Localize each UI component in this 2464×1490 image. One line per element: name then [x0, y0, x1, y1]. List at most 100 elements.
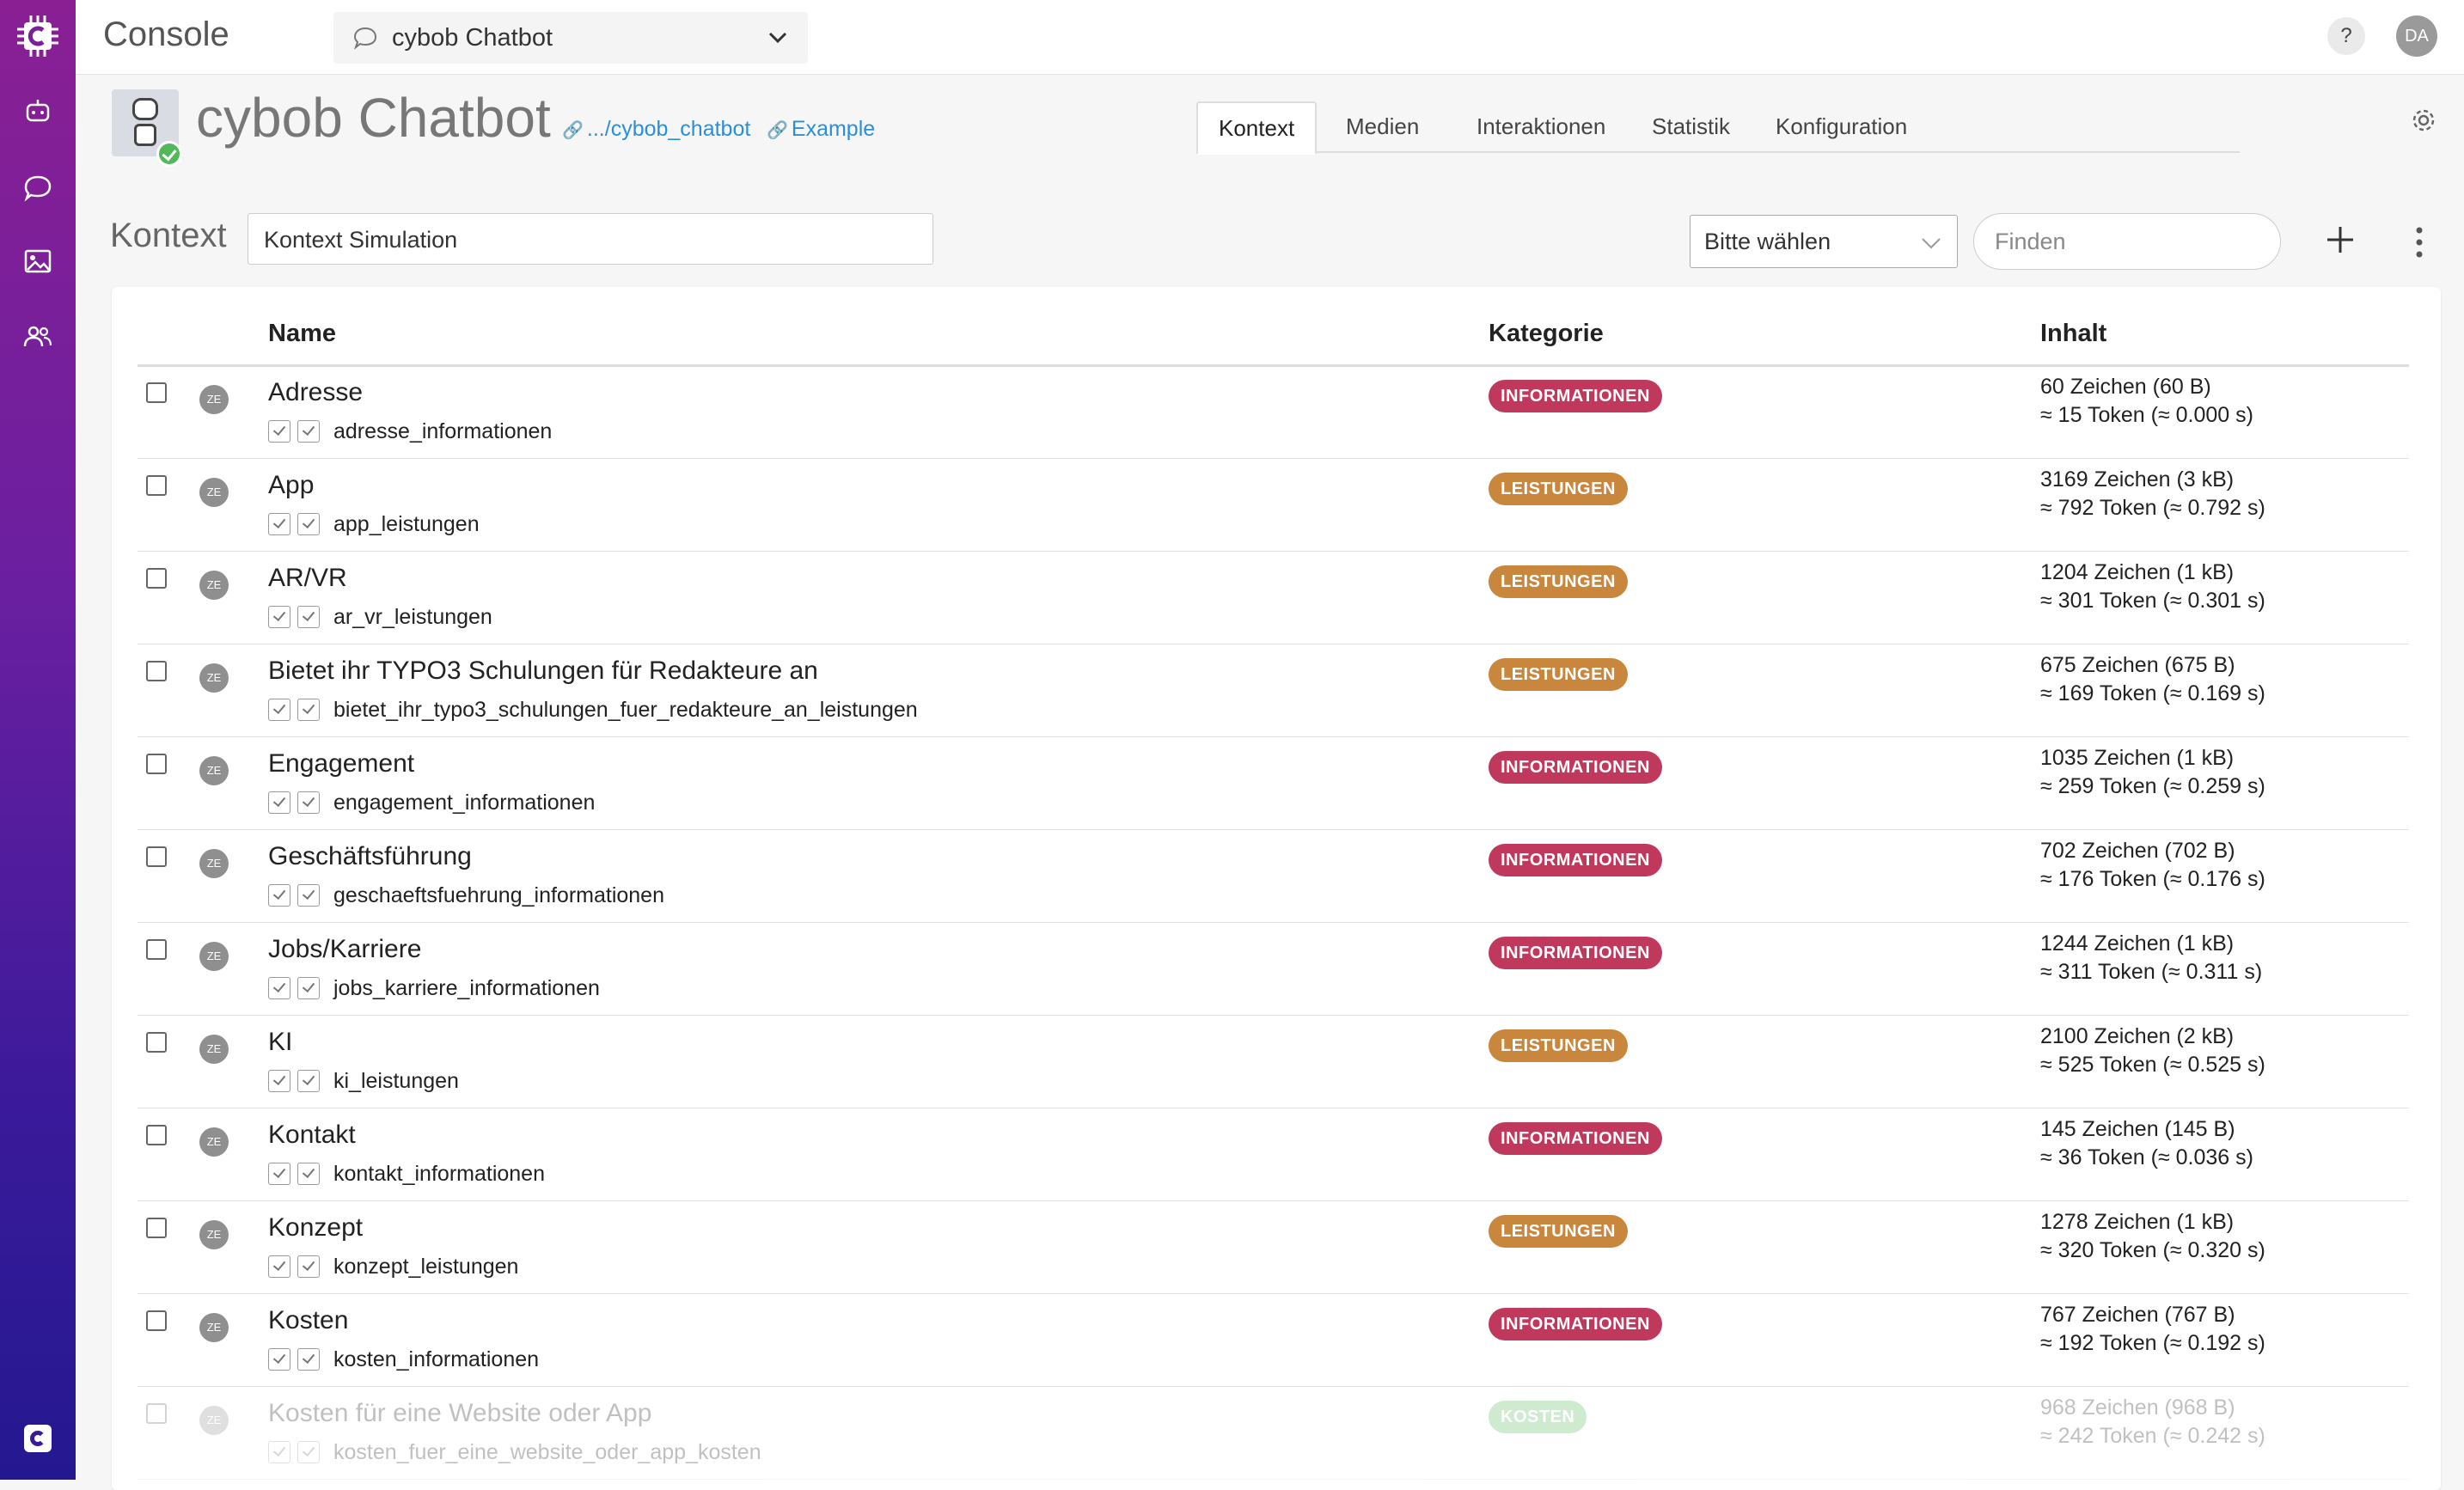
- row-name[interactable]: KI: [268, 1028, 292, 1057]
- row-key: ar_vr_leistungen: [333, 605, 492, 629]
- row-option-checkbox[interactable]: [297, 977, 320, 999]
- row-option-checkbox[interactable]: [297, 1070, 320, 1092]
- row-option-checkbox[interactable]: [297, 1348, 320, 1371]
- add-button[interactable]: [2326, 225, 2355, 254]
- tab-kontext[interactable]: Kontext: [1196, 101, 1318, 155]
- row-option-checkbox[interactable]: [268, 606, 290, 628]
- row-name[interactable]: Bietet ihr TYPO3 Schulungen für Redakteu…: [268, 656, 818, 686]
- row-option-checkbox[interactable]: [268, 1441, 290, 1463]
- row-option-checkbox[interactable]: [297, 791, 320, 814]
- gear-icon[interactable]: [2410, 107, 2437, 134]
- tab-bar: Kontext Medien Interaktionen Statistik K…: [1196, 101, 2240, 155]
- bot-path-link[interactable]: 🔗 .../cybob_chatbot: [562, 117, 750, 142]
- row-option-checkbox[interactable]: [297, 1255, 320, 1278]
- row-option-checkbox[interactable]: [268, 977, 290, 999]
- table-row[interactable]: ZE Jobs/Karriere jobs_karriere_information…: [138, 923, 2409, 1016]
- row-select-checkbox[interactable]: [146, 939, 167, 960]
- row-option-checkbox[interactable]: [268, 1163, 290, 1185]
- row-option-checkbox[interactable]: [268, 513, 290, 535]
- image-icon[interactable]: [21, 244, 55, 278]
- row-option-checkbox[interactable]: [297, 513, 320, 535]
- example-link[interactable]: 🔗 Example: [767, 117, 875, 142]
- tab-interaktionen[interactable]: Interaktionen: [1456, 101, 1626, 151]
- column-header-inhalt[interactable]: Inhalt: [2040, 320, 2106, 348]
- table-row[interactable]: ZE Bietet ihr TYPO3 Schulungen für Redakt…: [138, 644, 2409, 737]
- row-name[interactable]: Jobs/Karriere: [268, 935, 421, 964]
- user-avatar[interactable]: DA: [2396, 15, 2437, 57]
- row-tokens: ≈ 242 Token (≈ 0.242 s): [2040, 1424, 2265, 1448]
- topbar: Console cybob Chatbot ? DA: [76, 0, 2464, 75]
- row-tokens: ≈ 36 Token (≈ 0.036 s): [2040, 1145, 2253, 1169]
- row-select-checkbox[interactable]: [146, 1218, 167, 1238]
- category-badge: INFORMATIONEN: [1489, 844, 1662, 876]
- row-select-checkbox[interactable]: [146, 568, 167, 589]
- row-name[interactable]: Kosten für eine Website oder App: [268, 1399, 651, 1428]
- table-row[interactable]: ZE App app_leistungen LEISTUNGEN 3169 Zeiche…: [138, 459, 2409, 552]
- row-option-checkbox[interactable]: [297, 884, 320, 907]
- row-option-checkbox[interactable]: [297, 1163, 320, 1185]
- row-name[interactable]: AR/VR: [268, 564, 347, 593]
- row-select-checkbox[interactable]: [146, 1403, 167, 1424]
- row-chars: 968 Zeichen (968 B): [2040, 1395, 2235, 1420]
- row-option-checkbox[interactable]: [268, 884, 290, 907]
- app-title: Console: [103, 15, 229, 53]
- tab-konfiguration[interactable]: Konfiguration: [1755, 101, 1928, 151]
- logo-icon[interactable]: [15, 14, 60, 58]
- category-select[interactable]: Bitte wählen: [1690, 215, 1958, 268]
- users-icon[interactable]: [21, 320, 55, 354]
- column-header-kategorie[interactable]: Kategorie: [1489, 320, 1604, 348]
- column-header-name[interactable]: Name: [268, 320, 336, 348]
- row-key: kosten_informationen: [333, 1347, 540, 1371]
- row-name[interactable]: Kosten: [268, 1306, 348, 1335]
- row-select-checkbox[interactable]: [146, 1032, 167, 1053]
- category-badge: LEISTUNGEN: [1489, 1029, 1628, 1062]
- row-select-checkbox[interactable]: [146, 1125, 167, 1145]
- row-option-checkbox[interactable]: [297, 699, 320, 721]
- row-name[interactable]: Engagement: [268, 749, 414, 779]
- table-row[interactable]: ZE Kosten kosten_informationen INFORMATIONE…: [138, 1294, 2409, 1387]
- brand-mark-icon[interactable]: [24, 1425, 52, 1452]
- row-select-checkbox[interactable]: [146, 475, 167, 496]
- row-option-checkbox[interactable]: [297, 606, 320, 628]
- table-row[interactable]: ZE KI ki_leistungen LEISTUNGEN 2100 Zeichen …: [138, 1016, 2409, 1108]
- category-badge: INFORMATIONEN: [1489, 1308, 1662, 1340]
- row-option-checkbox[interactable]: [297, 420, 320, 443]
- table-row[interactable]: ZE Kontakt kontakt_informationen INFORMATIO…: [138, 1108, 2409, 1201]
- table-row[interactable]: ZE Konzept konzept_leistungen LEISTUNGEN 127…: [138, 1201, 2409, 1294]
- robot-icon[interactable]: [21, 95, 55, 129]
- row-name[interactable]: Kontakt: [268, 1121, 356, 1150]
- table-row[interactable]: ZE Geschäftsführung geschaeftsfuehrung_inf…: [138, 830, 2409, 923]
- row-select-checkbox[interactable]: [146, 754, 167, 774]
- search-input[interactable]: Finden: [1973, 213, 2281, 270]
- row-name[interactable]: Geschäftsführung: [268, 842, 472, 871]
- row-option-checkbox[interactable]: [268, 791, 290, 814]
- tab-statistik[interactable]: Statistik: [1631, 101, 1751, 151]
- table-row[interactable]: ZE Adresse adresse_informationen INFORMATIO…: [138, 366, 2409, 459]
- table-row[interactable]: ZE Kosten für eine Website oder App kosten…: [138, 1387, 2409, 1480]
- row-name[interactable]: App: [268, 471, 314, 500]
- table-row[interactable]: ZE Engagement engagement_informationen INFO…: [138, 737, 2409, 830]
- help-button[interactable]: ?: [2327, 17, 2365, 55]
- row-select-checkbox[interactable]: [146, 661, 167, 681]
- row-select-checkbox[interactable]: [146, 382, 167, 403]
- bot-selector[interactable]: cybob Chatbot: [333, 12, 808, 64]
- row-name[interactable]: Konzept: [268, 1213, 363, 1243]
- row-option-checkbox[interactable]: [268, 1348, 290, 1371]
- row-option-checkbox[interactable]: [268, 1070, 290, 1092]
- row-option-checkbox[interactable]: [268, 1255, 290, 1278]
- row-select-checkbox[interactable]: [146, 1310, 167, 1331]
- table-row[interactable]: ZE AR/VR ar_vr_leistungen LEISTUNGEN 1204 Ze…: [138, 552, 2409, 644]
- ze-status-icon: ZE: [199, 756, 229, 785]
- row-option-checkbox[interactable]: [297, 1441, 320, 1463]
- context-name-input[interactable]: Kontext Simulation: [248, 213, 933, 265]
- row-option-checkbox[interactable]: [268, 699, 290, 721]
- row-select-checkbox[interactable]: [146, 846, 167, 867]
- tab-medien[interactable]: Medien: [1325, 101, 1440, 151]
- row-option-checkbox[interactable]: [268, 420, 290, 443]
- ze-status-icon: ZE: [199, 663, 229, 693]
- category-badge: INFORMATIONEN: [1489, 937, 1662, 969]
- chat-bubble-icon[interactable]: [21, 170, 55, 205]
- more-menu-icon[interactable]: [2415, 227, 2424, 258]
- row-chars: 2100 Zeichen (2 kB): [2040, 1024, 2235, 1048]
- row-name[interactable]: Adresse: [268, 378, 363, 407]
